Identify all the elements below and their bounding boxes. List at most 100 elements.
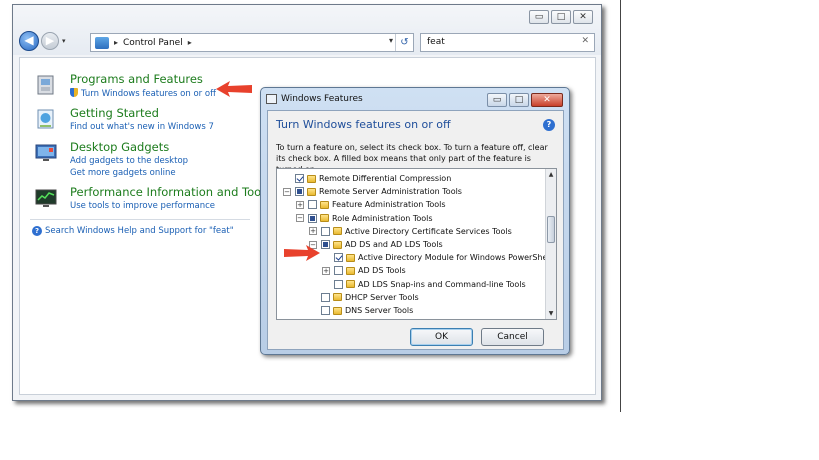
red-arrow-icon <box>284 245 320 261</box>
feature-label[interactable]: AD LDS Snap-ins and Command-line Tools <box>358 280 526 289</box>
feature-label[interactable]: File Services Tools <box>345 319 417 320</box>
feature-tree-item[interactable]: AD LDS Snap-ins and Command-line Tools <box>322 278 526 291</box>
dialog-minimize-button[interactable]: ▭ <box>487 93 507 107</box>
feature-label[interactable]: Feature Administration Tools <box>332 200 446 209</box>
feature-checkbox[interactable] <box>321 292 330 302</box>
dialog-title: Windows Features <box>281 94 363 104</box>
clear-search-icon[interactable]: ✕ <box>581 36 589 46</box>
search-help-link[interactable]: ? Search Windows Help and Support for "fe… <box>32 226 234 236</box>
scroll-thumb[interactable] <box>547 216 555 243</box>
feature-checkbox[interactable] <box>321 319 330 320</box>
folder-icon <box>320 214 329 223</box>
scroll-down-icon[interactable]: ▼ <box>546 308 556 319</box>
feature-tree-item[interactable]: + Active Directory Certificate Services T… <box>309 225 512 238</box>
address-dropdown-icon[interactable]: ▾ <box>389 36 393 45</box>
recent-pages-dropdown[interactable]: ▾ <box>62 37 70 45</box>
feature-tree-item[interactable]: − Role Administration Tools <box>296 212 433 225</box>
address-bar[interactable]: ▸ Control Panel ▸ ▾ ↺ <box>90 33 414 52</box>
feature-tree-item[interactable]: − Remote Server Administration Tools <box>283 185 462 198</box>
feature-label[interactable]: Active Directory Module for Windows Powe… <box>358 253 552 262</box>
help-icon: ? <box>32 226 42 236</box>
results-divider <box>30 219 250 220</box>
forward-button[interactable]: ▶ <box>41 32 59 50</box>
feature-checkbox[interactable] <box>321 306 330 315</box>
folder-icon <box>333 240 342 249</box>
feature-label[interactable]: AD DS Tools <box>358 266 406 275</box>
feature-tree-item[interactable]: DNS Server Tools <box>309 304 413 317</box>
result-title[interactable]: Performance Information and Tools <box>70 185 270 199</box>
close-button[interactable]: ✕ <box>573 10 593 24</box>
desktop-gadgets-icon <box>35 144 57 161</box>
collapse-icon[interactable]: − <box>296 214 304 223</box>
getting-started-icon <box>37 109 54 129</box>
back-button[interactable]: ◀ <box>19 31 39 51</box>
folder-icon <box>346 280 355 289</box>
feature-checkbox[interactable] <box>308 200 317 210</box>
folder-icon <box>333 306 342 315</box>
breadcrumb-separator[interactable]: ▸ <box>188 38 192 47</box>
turn-windows-features-link[interactable]: Turn Windows features on or off <box>70 88 216 99</box>
feature-tree-item[interactable]: − AD DS and AD LDS Tools <box>309 238 443 251</box>
whats-new-link[interactable]: Find out what's new in Windows 7 <box>70 122 214 132</box>
help-link-text[interactable]: Search Windows Help and Support for "fea… <box>45 226 234 236</box>
performance-tools-icon <box>35 189 57 207</box>
tree-scrollbar[interactable]: ▲ ▼ <box>545 169 556 319</box>
feature-checkbox[interactable] <box>334 253 343 263</box>
minimize-button[interactable]: ▭ <box>529 10 549 24</box>
improve-performance-link[interactable]: Use tools to improve performance <box>70 201 215 211</box>
get-more-gadgets-link[interactable]: Get more gadgets online <box>70 168 176 178</box>
feature-checkbox[interactable] <box>295 174 304 183</box>
folder-icon <box>346 266 355 275</box>
ok-button[interactable]: OK <box>410 328 473 346</box>
dialog-help-icon[interactable]: ? <box>543 119 555 131</box>
cancel-button[interactable]: Cancel <box>481 328 544 346</box>
feature-tree-item[interactable]: DHCP Server Tools <box>309 291 419 304</box>
feature-checkbox[interactable] <box>334 279 343 289</box>
feature-tree-item[interactable]: Remote Differential Compression <box>283 172 451 185</box>
dialog-maximize-button[interactable]: □ <box>509 93 529 107</box>
feature-checkbox[interactable] <box>334 266 343 276</box>
feature-label[interactable]: Active Directory Certificate Services To… <box>345 227 512 236</box>
feature-tree-item[interactable]: + AD DS Tools <box>322 264 406 277</box>
folder-icon <box>333 227 342 236</box>
control-panel-icon <box>95 36 109 49</box>
collapse-icon[interactable]: − <box>283 187 291 196</box>
search-value[interactable]: feat <box>427 37 445 47</box>
navigation-buttons: ◀ ▶ ▾ <box>19 30 70 52</box>
dialog-body: Turn Windows features on or off ? To tur… <box>267 110 564 350</box>
expand-icon[interactable]: + <box>296 200 304 209</box>
add-gadgets-link[interactable]: Add gadgets to the desktop <box>70 156 188 166</box>
windows-features-dialog: Windows Features ▭ □ ✕ Turn Windows feat… <box>260 87 570 355</box>
feature-tree-item[interactable]: + Feature Administration Tools <box>296 198 446 211</box>
feature-checkbox[interactable] <box>321 226 330 236</box>
expand-icon[interactable]: + <box>322 266 330 275</box>
result-title[interactable]: Getting Started <box>70 106 159 120</box>
refresh-icon[interactable]: ↺ <box>395 34 413 51</box>
folder-icon <box>320 200 329 209</box>
scroll-up-icon[interactable]: ▲ <box>546 169 556 180</box>
feature-label[interactable]: Remote Differential Compression <box>319 174 451 183</box>
search-input[interactable]: feat ✕ <box>420 33 595 52</box>
link-text[interactable]: Turn Windows features on or off <box>81 89 216 99</box>
breadcrumb-separator[interactable]: ▸ <box>114 38 118 47</box>
feature-label[interactable]: DNS Server Tools <box>345 306 413 315</box>
feature-label[interactable]: AD DS and AD LDS Tools <box>345 240 443 249</box>
feature-checkbox[interactable] <box>295 187 304 197</box>
feature-tree-item[interactable]: +File Services Tools <box>309 317 417 320</box>
feature-label[interactable]: Role Administration Tools <box>332 214 433 223</box>
breadcrumb-control-panel[interactable]: Control Panel <box>123 38 183 48</box>
feature-checkbox[interactable] <box>321 240 330 249</box>
expand-icon[interactable]: + <box>309 227 317 236</box>
result-title[interactable]: Desktop Gadgets <box>70 140 169 154</box>
maximize-button[interactable]: □ <box>551 10 571 24</box>
window-caption-buttons: ▭ □ ✕ <box>529 10 593 24</box>
dialog-close-button[interactable]: ✕ <box>531 93 563 107</box>
page-divider-line <box>620 0 621 412</box>
feature-tree-item[interactable]: Active Directory Module for Windows Powe… <box>322 251 552 264</box>
dialog-heading: Turn Windows features on or off <box>276 118 451 131</box>
feature-label[interactable]: Remote Server Administration Tools <box>319 187 462 196</box>
feature-label[interactable]: DHCP Server Tools <box>345 293 419 302</box>
result-title[interactable]: Programs and Features <box>70 72 203 86</box>
feature-checkbox[interactable] <box>308 213 317 223</box>
folder-icon <box>346 253 355 262</box>
